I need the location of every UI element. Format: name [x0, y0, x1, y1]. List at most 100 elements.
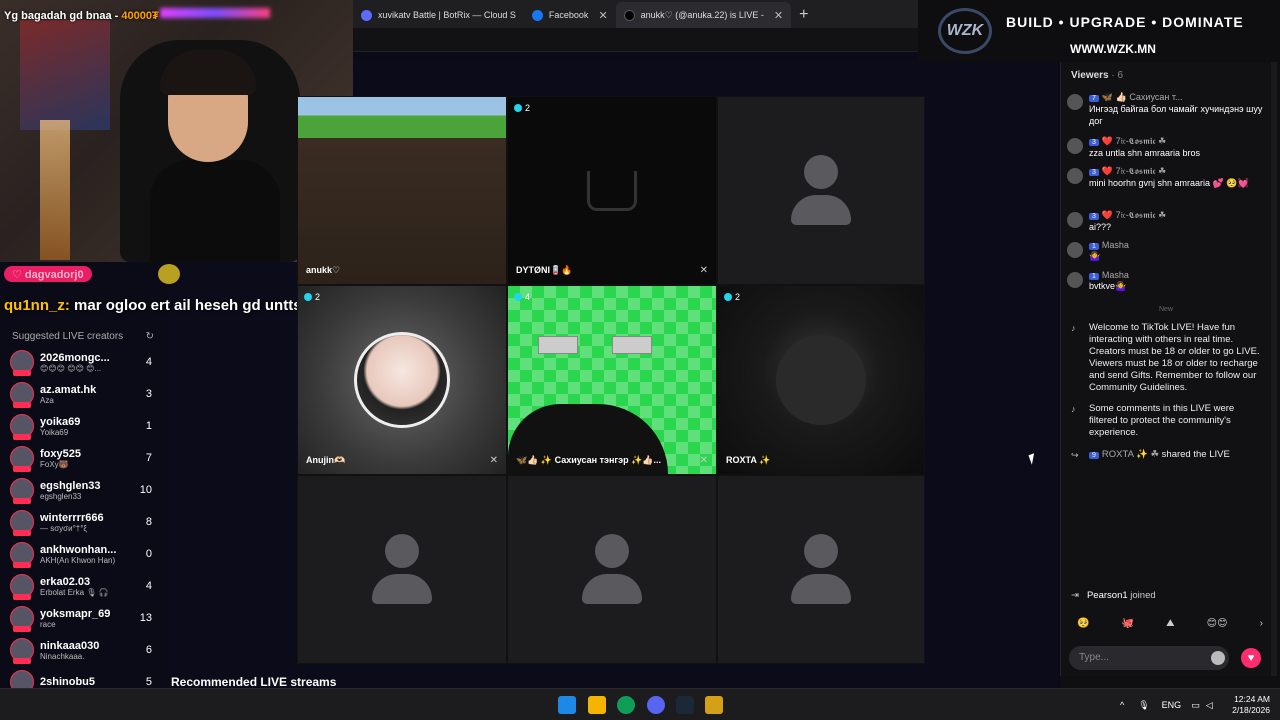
guest-cell-empty[interactable] [507, 475, 717, 664]
avatar [10, 638, 34, 664]
tab-facebook[interactable]: Facebook ✕ [524, 2, 616, 28]
sidebar-creator-item[interactable]: foxy525 FoXy🐻 7 [0, 442, 160, 474]
creator-subtitle: Ninachkaaa. [40, 651, 85, 661]
volume-icon[interactable]: ◁ [1206, 700, 1213, 711]
discord-icon[interactable] [647, 696, 665, 714]
wall-poster [20, 20, 110, 130]
viewers-label: Viewers [1071, 70, 1109, 81]
sidebar-creator-item[interactable]: winterrrr666— ѕσуσи°†°ξ 8 [0, 506, 160, 538]
guest-cell-empty[interactable] [297, 475, 507, 664]
chat-user: 🦋 👍🏻 Сахиусан т... [1101, 92, 1183, 102]
emoji-icon[interactable] [1211, 651, 1225, 665]
chat-user: ❤️ 7𝔦𝔠-𝕮𝖔𝖘𝖒𝖎𝖈 ☘ [1101, 136, 1167, 146]
new-tab-button[interactable]: + [791, 6, 816, 28]
badge-count: 2 [525, 103, 531, 113]
creator-names: az.amat.hk Aza [40, 384, 132, 405]
guest-cell[interactable]: 4 🦋👍🏻 ✨ Сахиусан тэнгэр ✨👍🏻... ✕ [507, 285, 717, 475]
avatar [10, 574, 34, 600]
close-icon[interactable]: ✕ [598, 9, 607, 22]
viewer-count: 8 [145, 516, 152, 528]
share-user: ROXTA ✨ ☘ [1101, 449, 1160, 460]
file-explorer-icon[interactable] [588, 696, 606, 714]
live-badge [13, 498, 31, 504]
creator-name: erka02.03 [40, 575, 91, 588]
windows-start-icon[interactable] [558, 696, 576, 714]
sidebar-creator-item[interactable]: 2shinobu5 5 [0, 666, 160, 688]
guest-cell[interactable]: 2 DYTØNI🪫🔥 ✕ [507, 96, 717, 285]
chat-message: 7 🦋 👍🏻 Сахиусан т... Ингээд байгаа бол чам… [1067, 92, 1263, 127]
gift-item[interactable]: 🐙 [1122, 618, 1134, 629]
tab-botrix[interactable]: xuvikatv Battle | BotRix — Cloud S [353, 2, 524, 28]
creator-subtitle: egshglen33 [40, 491, 82, 501]
guest-cell-empty[interactable] [717, 96, 925, 285]
edge-browser-icon[interactable] [617, 696, 635, 714]
sidebar-creator-item[interactable]: yoika69 Yoika69 1 [0, 410, 160, 442]
guest-cell[interactable]: 2 Anujin🫶🏻 ✕ [297, 285, 507, 475]
avatar [10, 350, 34, 376]
sidebar-creator-item[interactable]: ankhwonhan... AKH(An Khwon Han) 0 [0, 538, 160, 570]
badge-dot-icon [514, 104, 522, 112]
microphone-icon[interactable]: 🎙 [1138, 700, 1149, 711]
sponsor-banner: WZK BUILD • UPGRADE • DOMINATE WWW.WZK.M… [918, 0, 1280, 62]
creator-names: egshglen33 egshglen33 [40, 480, 132, 501]
sidebar-creator-item[interactable]: az.amat.hk Aza 3 [0, 378, 160, 410]
tab-tiktok[interactable]: anukk♡ (@anuka.22) is LIVE - ✕ [615, 2, 792, 28]
browser-toolbar [353, 28, 918, 52]
sidebar-creator-item[interactable]: erka02.03 Erbolat Erka 🎙 🎧 4 [0, 570, 160, 602]
live-badge [13, 370, 31, 376]
heart-icon[interactable]: ♥ [1241, 648, 1261, 668]
app-icon[interactable] [705, 696, 723, 714]
gift-next-icon[interactable]: › [1260, 618, 1263, 629]
avatar [1067, 212, 1083, 228]
person-placeholder-icon [791, 533, 851, 606]
badge-dot-icon [724, 293, 732, 301]
refresh-icon[interactable]: ↻ [146, 331, 154, 342]
tab-label: anukk♡ (@anuka.22) is LIVE - [640, 9, 764, 20]
gift-item[interactable]: 🥺 [1077, 618, 1089, 629]
viewer-count: 4 [145, 356, 152, 368]
donation-amount: 40000₮ [121, 10, 159, 22]
clock[interactable]: 12:24 AM 2/18/2026 [1228, 694, 1270, 716]
creator-name: egshglen33 [40, 479, 101, 492]
live-badge [13, 530, 31, 536]
follow-alert-user: ♡ dagvadorj0 [12, 268, 84, 281]
guest-badge: 4 [514, 292, 530, 302]
avatar [10, 510, 34, 536]
level-badge: 1 [1089, 273, 1099, 280]
follow-alert: ♡ dagvadorj0 [4, 266, 92, 282]
person-placeholder-icon [582, 533, 642, 606]
network-icon[interactable]: ▭ [1191, 700, 1200, 711]
level-badge: 7 [1089, 95, 1099, 102]
gift-item[interactable]: 😊😊 [1207, 618, 1228, 629]
sidebar-creator-item[interactable]: ninkaaa030 Ninachkaaa. 6 [0, 634, 160, 666]
badge-dot-icon [514, 293, 522, 301]
sidebar-creator-item[interactable]: egshglen33 egshglen33 10 [0, 474, 160, 506]
steam-icon[interactable] [676, 696, 694, 714]
viewers-header[interactable]: Viewers · 6 [1071, 70, 1123, 81]
gift-bar: 🥺 🐙 ⛰ 😊😊 › [1077, 618, 1263, 629]
live-badge [13, 626, 31, 632]
gift-item[interactable]: ⛰ [1166, 618, 1174, 629]
avatar [10, 606, 34, 632]
chat-input[interactable]: Type... [1069, 646, 1229, 670]
viewer-count: 0 [145, 548, 152, 560]
creator-names: yoksmapr_69 race [40, 608, 132, 629]
creator-subtitle: FoXy🐻 [40, 459, 69, 469]
sidebar-creator-item[interactable]: 2026mongc... 😊😊😊 😊😊 😊... 4 [0, 346, 160, 378]
person-placeholder-icon [372, 533, 432, 606]
creator-subtitle: Yoika69 [40, 427, 69, 437]
chat-message: 3 ❤️ 7𝔦𝔠-𝕮𝖔𝖘𝖒𝖎𝖈 ☘ zza untla shn amraaria b… [1067, 136, 1263, 159]
guest-cell-host[interactable]: anukk♡ [297, 96, 507, 285]
streamer-body [150, 160, 280, 262]
tab-label: xuvikatv Battle | BotRix — Cloud S [378, 10, 516, 20]
viewer-count: 3 [145, 388, 152, 400]
sidebar-creator-item[interactable]: yoksmapr_69 race 13 [0, 602, 160, 634]
guest-cell-empty[interactable] [717, 475, 925, 664]
page-scrollbar[interactable] [1271, 62, 1277, 676]
guest-cell[interactable]: 2 ROXTA ✨ [717, 285, 925, 475]
mic-muted-icon: ✕ [489, 455, 498, 466]
guest-video [776, 335, 866, 425]
language-indicator[interactable]: ENG [1162, 700, 1182, 710]
tray-chevron-icon[interactable]: ^ [1120, 700, 1124, 710]
close-icon[interactable]: ✕ [774, 9, 783, 22]
